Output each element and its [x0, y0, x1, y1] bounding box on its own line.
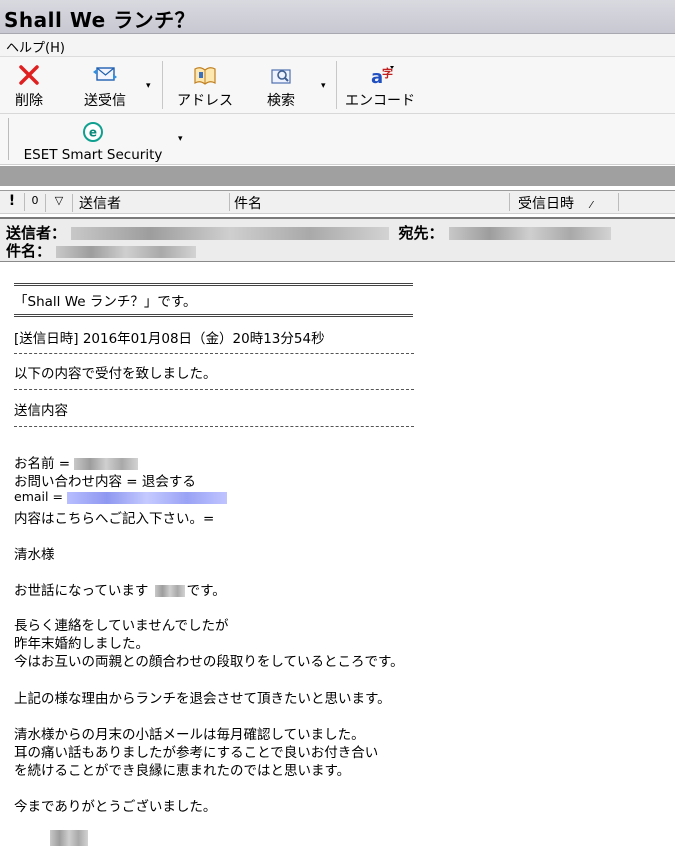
name-redacted: [74, 458, 139, 470]
menu-help[interactable]: ヘルプ(H): [6, 37, 65, 56]
rule-top: [14, 283, 413, 286]
body-p3: 今はお互いの両親との顔合わせの段取りをしているところです。: [14, 654, 404, 670]
search-button[interactable]: 検索: [258, 63, 304, 111]
toolbar-separator-2: [336, 61, 337, 109]
body-email-line: email =: [14, 489, 227, 504]
dash-rule-2: [14, 389, 414, 390]
subject-row: 件名：: [6, 240, 197, 261]
col-received-label: 受信日時: [518, 196, 574, 212]
address-button[interactable]: アドレス: [174, 63, 236, 111]
send-receive-label: 送受信: [84, 93, 126, 109]
message-header: 送信者： 宛先： 件名：: [0, 217, 675, 262]
col-flag[interactable]: ▽: [46, 194, 73, 212]
eset-label: ESET Smart Security: [23, 147, 163, 163]
message-list-header: ! 0 ▽ 送信者 件名 受信日時 ⁄: [0, 190, 675, 214]
delete-x-icon: [19, 65, 39, 85]
greeting-a: お世話になっています: [14, 583, 149, 599]
subject-redacted: [56, 245, 197, 258]
body-salutation: 清水様: [14, 547, 55, 563]
body-p6: 耳の痛い話もありましたが参考にすることで良いお付き合い: [14, 745, 379, 761]
dash-rule-1: [14, 353, 414, 354]
col-received[interactable]: 受信日時 ⁄: [510, 193, 619, 212]
delete-label: 削除: [15, 93, 43, 109]
body-name-line: お名前 =: [14, 452, 139, 472]
body-note: 内容はこちらへご記入下さい。=: [14, 511, 215, 527]
body-title: 「Shall We ランチ？」です。: [14, 294, 197, 310]
addin-toolbar: e ESET Smart Security ▾: [0, 114, 675, 165]
delete-button[interactable]: 削除: [8, 63, 50, 111]
encoding-icon: a 字: [371, 66, 394, 87]
body-p8: 今までありがとうございました。: [14, 799, 217, 815]
greeting-b: です。: [186, 583, 226, 599]
body-inquiry: お問い合わせ内容 = 退会する: [14, 474, 196, 490]
body-p5: 清水様からの月末の小話メールは毎月確認していました。: [14, 727, 365, 743]
sort-icon: ⁄: [590, 200, 593, 211]
title-bar: Shall We ランチ？: [0, 0, 675, 34]
eset-dropdown-icon[interactable]: ▾: [178, 134, 183, 144]
col-subject[interactable]: 件名: [230, 193, 510, 212]
col-from[interactable]: 送信者: [73, 193, 230, 212]
send-receive-icon: [93, 67, 117, 81]
splitter-bar[interactable]: [0, 166, 675, 186]
email-link-redacted[interactable]: [66, 491, 227, 504]
svg-text:字: 字: [382, 66, 393, 80]
body-accepted: 以下の内容で受付を致しました。: [14, 366, 217, 382]
from-redacted: [71, 227, 390, 240]
encode-label: エンコード: [345, 93, 415, 109]
col-priority[interactable]: !: [0, 193, 25, 211]
menu-bar: ヘルプ(H): [0, 34, 675, 57]
body-sent-line: [送信日時] 2016年01月08日（金）20時13分54秒: [14, 331, 325, 347]
sender-name-redacted: [154, 585, 185, 597]
address-book-icon: [194, 67, 216, 85]
signature-redacted: [50, 830, 88, 846]
eset-icon: e: [83, 122, 103, 142]
window-title: Shall We ランチ？: [4, 8, 196, 32]
encode-button[interactable]: a 字 エンコード: [344, 63, 416, 111]
to-label: 宛先：: [398, 224, 444, 242]
eset-button[interactable]: e ESET Smart Security: [18, 120, 168, 168]
email-label: email =: [14, 489, 63, 504]
find-icon: [271, 69, 291, 84]
toolbar-grip[interactable]: [8, 118, 9, 160]
send-receive-dropdown-icon[interactable]: ▾: [146, 81, 151, 91]
eset-glyph: e: [89, 126, 97, 140]
address-label: アドレス: [177, 93, 233, 109]
search-label: 検索: [267, 93, 295, 109]
main-toolbar: 削除 送受信 ▾ アドレス 検索 ▾ a 字 エンコード: [0, 57, 675, 114]
body-p2: 昨年末婚約しました。: [14, 636, 149, 652]
dash-rule-3: [14, 426, 414, 427]
rule-2: [14, 314, 413, 317]
search-dropdown-icon[interactable]: ▾: [321, 81, 326, 91]
body-p7: を続けることができ良縁に恵まれたのではと思います。: [14, 763, 351, 779]
body-p4: 上記の様な理由からランチを退会させて頂きたいと思います。: [14, 691, 391, 707]
col-attachment[interactable]: 0: [25, 194, 46, 212]
toolbar-separator: [162, 61, 163, 109]
send-receive-button[interactable]: 送受信: [76, 63, 134, 111]
body-greeting: お世話になっています です。: [14, 579, 226, 599]
body-contents-label: 送信内容: [14, 403, 68, 419]
subject-label: 件名：: [6, 242, 52, 260]
body-p1: 長らく連絡をしていませんでしたが: [14, 618, 229, 634]
to-redacted: [448, 227, 611, 240]
